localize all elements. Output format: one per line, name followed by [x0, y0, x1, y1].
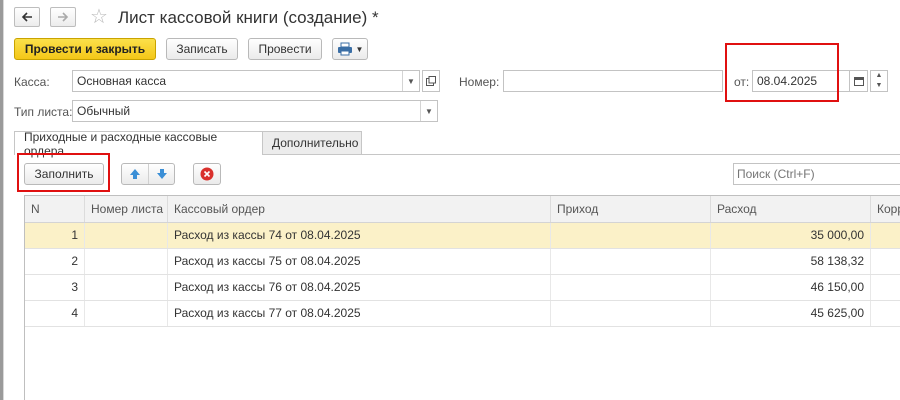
column-header-expense[interactable]: Расход: [711, 196, 871, 222]
cell-order: Расход из кассы 74 от 08.04.2025: [168, 223, 551, 248]
column-header-sheet-number[interactable]: Номер листа: [85, 196, 168, 222]
cell-corr: [871, 249, 900, 274]
stepper-up-icon[interactable]: ▲: [871, 71, 887, 81]
delete-icon: [200, 167, 214, 181]
kassa-field[interactable]: Основная касса ▼: [72, 70, 420, 92]
type-field[interactable]: Обычный ▼: [72, 100, 438, 122]
window-left-border-inner: [3, 0, 4, 400]
nomer-label: Номер:: [459, 75, 500, 89]
cell-n: 2: [25, 249, 85, 274]
cell-income: [551, 223, 711, 248]
cell-sheet: [85, 275, 168, 300]
arrow-right-icon: [58, 12, 69, 22]
calendar-icon: [853, 77, 864, 86]
cell-n: 1: [25, 223, 85, 248]
cell-expense: 45 625,00: [711, 301, 871, 326]
cell-order: Расход из кассы 76 от 08.04.2025: [168, 275, 551, 300]
fill-highlight-box: [17, 153, 110, 192]
column-header-corr[interactable]: Корр: [871, 196, 900, 222]
date-highlight-box: [725, 43, 839, 102]
post-button[interactable]: Провести: [248, 38, 322, 60]
cell-expense: 46 150,00: [711, 275, 871, 300]
open-kassa-button[interactable]: [422, 70, 440, 92]
favorite-star-icon[interactable]: ☆: [90, 5, 108, 29]
calendar-button[interactable]: [850, 70, 868, 92]
cell-order: Расход из кассы 77 от 08.04.2025: [168, 301, 551, 326]
date-stepper[interactable]: ▲ ▼: [870, 70, 888, 92]
column-header-cash-order[interactable]: Кассовый ордер: [168, 196, 551, 222]
chevron-down-icon[interactable]: ▼: [420, 101, 437, 121]
cell-income: [551, 249, 711, 274]
stepper-down-icon[interactable]: ▼: [871, 81, 887, 91]
cell-sheet: [85, 223, 168, 248]
cell-sheet: [85, 301, 168, 326]
move-up-button[interactable]: [122, 164, 149, 184]
open-window-icon: [426, 76, 436, 86]
column-header-income[interactable]: Приход: [551, 196, 711, 222]
tab-additional[interactable]: Дополнительно: [262, 131, 362, 155]
forward-button[interactable]: [50, 7, 76, 27]
cell-n: 4: [25, 301, 85, 326]
nomer-field[interactable]: [503, 70, 723, 92]
chevron-down-icon[interactable]: ▼: [402, 71, 419, 91]
cell-income: [551, 275, 711, 300]
post-and-close-button[interactable]: Провести и закрыть: [14, 38, 156, 60]
arrow-left-icon: [21, 12, 32, 22]
cell-corr: [871, 275, 900, 300]
print-button[interactable]: ▼: [332, 38, 368, 60]
save-button[interactable]: Записать: [166, 38, 238, 60]
kassa-label: Касса:: [14, 75, 50, 89]
kassa-value: Основная касса: [77, 74, 167, 88]
cell-income: [551, 301, 711, 326]
cell-sheet: [85, 249, 168, 274]
table-row[interactable]: 4 Расход из кассы 77 от 08.04.2025 45 62…: [25, 301, 900, 327]
cell-corr: [871, 301, 900, 326]
delete-row-button[interactable]: [193, 163, 221, 185]
table-row[interactable]: 2 Расход из кассы 75 от 08.04.2025 58 13…: [25, 249, 900, 275]
printer-icon: [337, 42, 352, 56]
search-input[interactable]: [733, 163, 900, 185]
type-label: Тип листа:: [14, 105, 73, 119]
cell-n: 3: [25, 275, 85, 300]
table-header: N Номер листа Кассовый ордер Приход Расх…: [25, 196, 900, 223]
arrow-down-icon: [157, 169, 167, 179]
page-title: Лист кассовой книги (создание) *: [118, 8, 379, 27]
arrow-up-icon: [130, 169, 140, 179]
table-row[interactable]: 3 Расход из кассы 76 от 08.04.2025 46 15…: [25, 275, 900, 301]
orders-table: N Номер листа Кассовый ордер Приход Расх…: [24, 195, 900, 400]
table-row[interactable]: 1 Расход из кассы 74 от 08.04.2025 35 00…: [25, 223, 900, 249]
cell-expense: 35 000,00: [711, 223, 871, 248]
move-buttons: [121, 163, 175, 185]
move-down-button[interactable]: [149, 164, 175, 184]
column-header-n[interactable]: N: [25, 196, 85, 222]
type-value: Обычный: [77, 104, 131, 118]
chevron-down-icon: ▼: [355, 44, 364, 54]
back-button[interactable]: [14, 7, 40, 27]
cell-corr: [871, 223, 900, 248]
tab-orders[interactable]: Приходные и расходные кассовые ордера: [14, 130, 263, 158]
cell-order: Расход из кассы 75 от 08.04.2025: [168, 249, 551, 274]
cell-expense: 58 138,32: [711, 249, 871, 274]
